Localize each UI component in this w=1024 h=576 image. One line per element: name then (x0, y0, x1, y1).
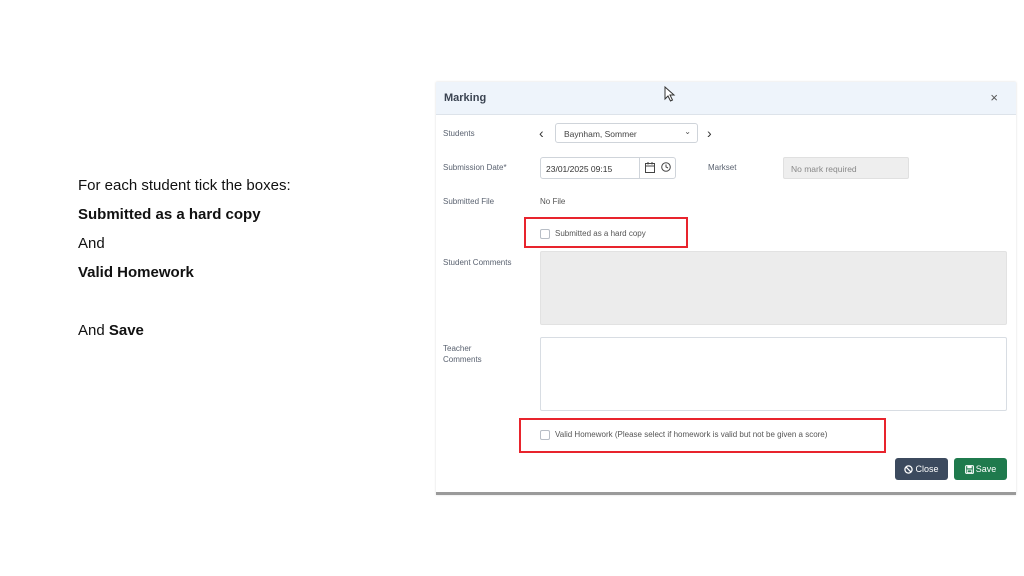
instruction-hard-copy: Submitted as a hard copy (78, 206, 261, 223)
submitted-file-label: Submitted File (443, 197, 495, 206)
instruction-save: And Save (78, 321, 291, 350)
teacher-comments-label-2: Comments (443, 355, 482, 364)
instruction-and: And (78, 235, 105, 252)
instruction-valid-homework: Valid Homework (78, 264, 194, 281)
chevron-down-icon: ⌄ (684, 127, 691, 136)
close-icon[interactable]: × (990, 90, 998, 105)
instruction-save-bold: Save (108, 322, 144, 339)
submitted-file-value: No File (540, 197, 566, 206)
instructions-panel: For each student tick the boxes: Submitt… (78, 176, 291, 350)
close-button[interactable]: Close (895, 458, 948, 480)
student-select[interactable]: Baynham, Sommer ⌄ (555, 123, 698, 143)
student-comments-label: Student Comments (443, 258, 512, 267)
save-button-label: Save (975, 464, 997, 474)
modal-header: Marking × (436, 82, 1016, 115)
teacher-comments-textarea[interactable] (540, 337, 1007, 411)
marking-modal: Marking × Students ‹ Baynham, Sommer ⌄ ›… (436, 82, 1016, 495)
save-button[interactable]: Save (954, 458, 1007, 480)
floppy-disk-icon (964, 464, 974, 474)
submission-date-value: 23/01/2025 09:15 (546, 164, 613, 174)
next-student-icon[interactable]: › (707, 126, 712, 140)
mouse-cursor-icon (664, 86, 676, 102)
instruction-line: For each student tick the boxes: (78, 177, 291, 194)
student-select-value: Baynham, Sommer (564, 129, 637, 139)
teacher-comments-label-1: Teacher (443, 344, 472, 353)
valid-homework-label[interactable]: Valid Homework (Please select if homewor… (555, 430, 827, 439)
modal-title: Marking (444, 92, 487, 104)
valid-homework-checkbox[interactable] (540, 430, 550, 440)
hard-copy-checkbox[interactable] (540, 229, 550, 239)
calendar-icon[interactable] (645, 162, 655, 173)
markset-label: Markset (708, 163, 737, 172)
students-label: Students (443, 129, 475, 138)
submission-date-input[interactable]: 23/01/2025 09:15 (540, 157, 676, 179)
previous-student-icon[interactable]: ‹ (539, 126, 544, 140)
close-button-label: Close (915, 464, 939, 474)
student-comments-box (540, 251, 1007, 325)
instruction-save-prefix: And (78, 322, 109, 339)
markset-field: No mark required (783, 157, 909, 179)
submission-date-label: Submission Date* (443, 163, 507, 172)
hard-copy-label[interactable]: Submitted as a hard copy (555, 229, 646, 238)
ban-icon (904, 464, 914, 474)
markset-value: No mark required (791, 164, 857, 174)
clock-icon[interactable] (661, 162, 671, 172)
